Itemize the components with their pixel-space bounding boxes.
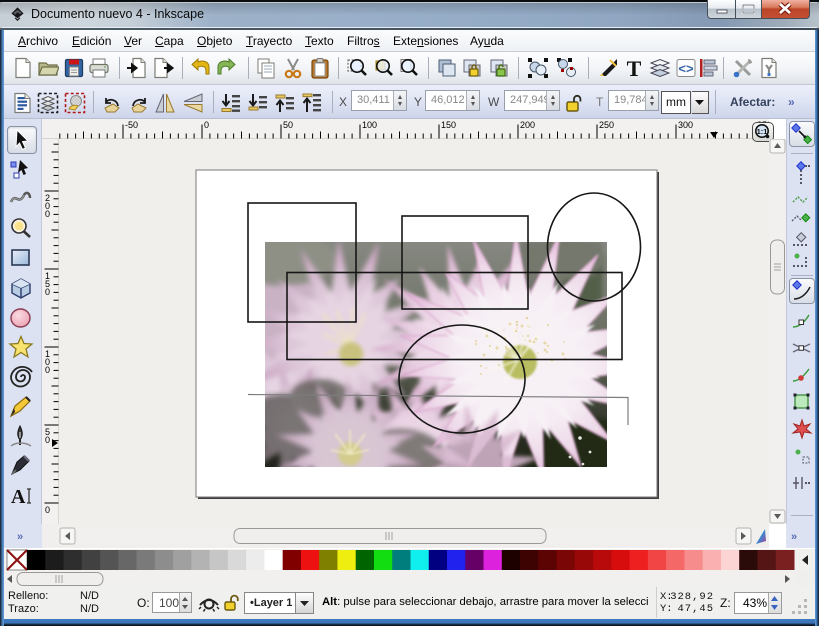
- svg-text:0: 0: [204, 120, 209, 130]
- svg-text:1:1: 1:1: [757, 127, 768, 136]
- svg-text:250: 250: [599, 120, 614, 130]
- svg-text:0: 0: [45, 435, 50, 445]
- svg-text:0: 0: [45, 287, 50, 297]
- svg-text:0: 0: [45, 505, 50, 515]
- svg-text:0: 0: [45, 209, 50, 219]
- svg-text:-50: -50: [125, 120, 138, 130]
- svg-text:<>: <>: [678, 61, 694, 76]
- svg-text:300: 300: [678, 120, 693, 130]
- svg-text:T: T: [627, 57, 642, 79]
- svg-text:200: 200: [520, 120, 535, 130]
- svg-text:A: A: [11, 486, 26, 508]
- svg-text:150: 150: [441, 120, 456, 130]
- svg-text:0: 0: [45, 365, 50, 375]
- svg-text:50: 50: [283, 120, 293, 130]
- svg-text:100: 100: [362, 120, 377, 130]
